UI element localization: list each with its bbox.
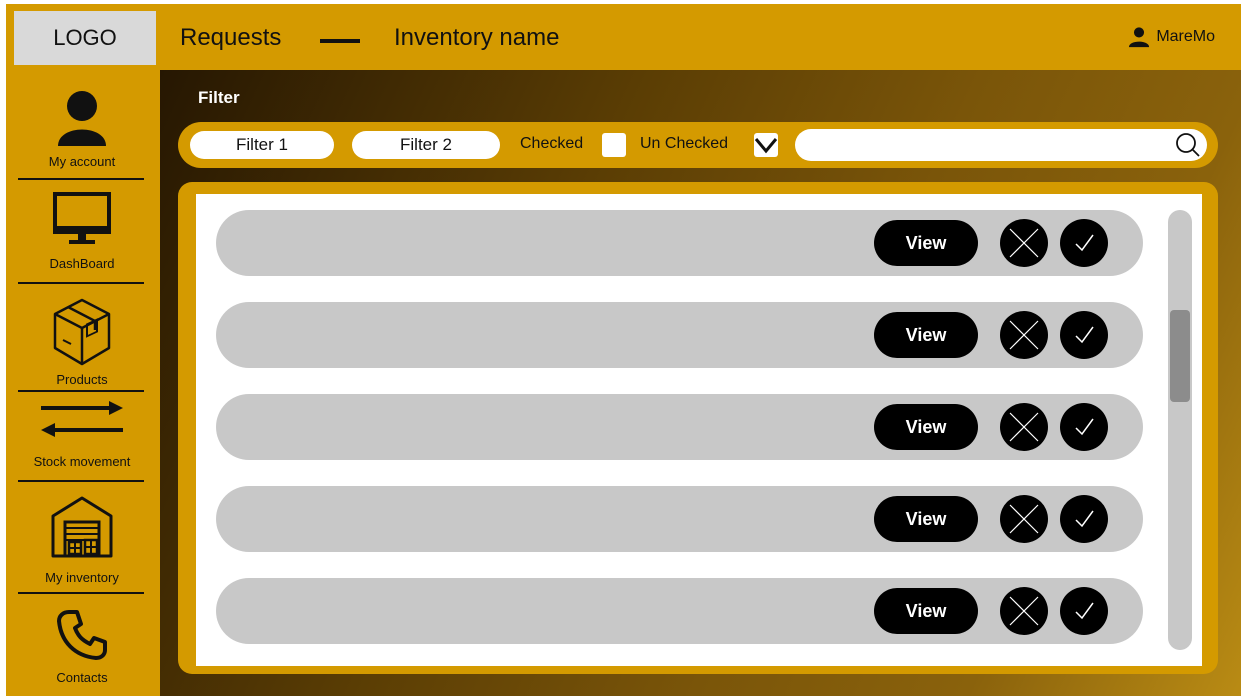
check-icon <box>1075 510 1094 528</box>
title-separator <box>320 39 360 43</box>
view-button[interactable]: View <box>874 404 978 450</box>
check-icon <box>1075 326 1094 344</box>
username: MareMo <box>1156 28 1215 45</box>
unchecked-checkbox[interactable] <box>754 133 778 157</box>
arrows-icon <box>41 401 123 437</box>
reject-button[interactable] <box>1000 495 1048 543</box>
view-button[interactable]: View <box>874 220 978 266</box>
sidebar-item-label: Products <box>56 372 108 387</box>
sidebar-item-label: DashBoard <box>49 256 115 271</box>
phone-icon <box>57 610 107 660</box>
request-row: View <box>216 394 1143 460</box>
request-row: View <box>216 486 1143 552</box>
filter-title: Filter <box>198 88 240 107</box>
request-row: View <box>216 578 1143 644</box>
filter-1-button[interactable]: Filter 1 <box>190 131 334 159</box>
close-icon <box>1009 320 1039 350</box>
scrollbar-thumb[interactable] <box>1170 310 1190 402</box>
reject-button[interactable] <box>1000 403 1048 451</box>
sidebar: My account DashBoard Products Stock move… <box>6 70 158 696</box>
checked-checkbox[interactable] <box>602 133 626 157</box>
monitor-icon <box>53 192 111 244</box>
check-icon <box>1075 234 1094 252</box>
sidebar-item-my-account[interactable]: My account <box>6 70 158 176</box>
close-icon <box>1009 596 1039 626</box>
approve-button[interactable] <box>1060 219 1108 267</box>
reject-button[interactable] <box>1000 311 1048 359</box>
approve-button[interactable] <box>1060 311 1108 359</box>
reject-button[interactable] <box>1000 219 1048 267</box>
sidebar-item-contacts[interactable]: Contacts <box>6 594 158 696</box>
sidebar-item-label: Contacts <box>56 670 108 685</box>
sidebar-item-stock-movement[interactable]: Stock movement <box>6 392 158 478</box>
sidebar-item-label: Stock movement <box>33 454 131 469</box>
scrollbar-track[interactable] <box>1168 210 1192 650</box>
view-button[interactable]: View <box>874 496 978 542</box>
sidebar-item-dashboard[interactable]: DashBoard <box>6 180 158 280</box>
search-input[interactable] <box>795 129 1207 161</box>
main-content: Filter Filter 1 Filter 2 Checked Un Chec… <box>160 70 1241 696</box>
close-icon <box>1009 504 1039 534</box>
view-button[interactable]: View <box>874 588 978 634</box>
unchecked-label: Un Checked <box>640 135 729 152</box>
checked-label: Checked <box>520 135 584 152</box>
sidebar-item-my-inventory[interactable]: My inventory <box>6 482 158 590</box>
filter-bar: Filter 1 Filter 2 Checked Un Checked <box>178 122 1218 168</box>
close-icon <box>1009 412 1039 442</box>
sidebar-item-label: My inventory <box>45 570 119 585</box>
request-list[interactable]: View View View View View <box>196 194 1202 666</box>
box-icon <box>53 298 111 366</box>
sidebar-item-products[interactable]: Products <box>6 284 158 388</box>
close-icon <box>1009 228 1039 258</box>
check-icon <box>1075 418 1094 436</box>
search-icon[interactable] <box>1175 132 1201 163</box>
app-frame: LOGO Requests Inventory name MareMo My a… <box>6 4 1241 696</box>
warehouse-icon <box>51 496 113 558</box>
reject-button[interactable] <box>1000 587 1048 635</box>
user-icon <box>58 91 106 146</box>
view-button[interactable]: View <box>874 312 978 358</box>
request-row: View <box>216 210 1143 276</box>
checkmark-icon <box>754 138 778 154</box>
page-title: Requests <box>180 24 282 51</box>
user-menu[interactable]: MareMo <box>1128 26 1215 48</box>
inventory-name: Inventory name <box>394 24 560 51</box>
user-icon <box>1129 27 1150 48</box>
filter-2-button[interactable]: Filter 2 <box>352 131 500 159</box>
sidebar-item-label: My account <box>48 154 116 169</box>
request-row: View <box>216 302 1143 368</box>
approve-button[interactable] <box>1060 587 1108 635</box>
approve-button[interactable] <box>1060 495 1108 543</box>
approve-button[interactable] <box>1060 403 1108 451</box>
request-list-container: View View View View View <box>178 182 1218 674</box>
check-icon <box>1075 602 1094 620</box>
logo[interactable]: LOGO <box>14 11 156 65</box>
